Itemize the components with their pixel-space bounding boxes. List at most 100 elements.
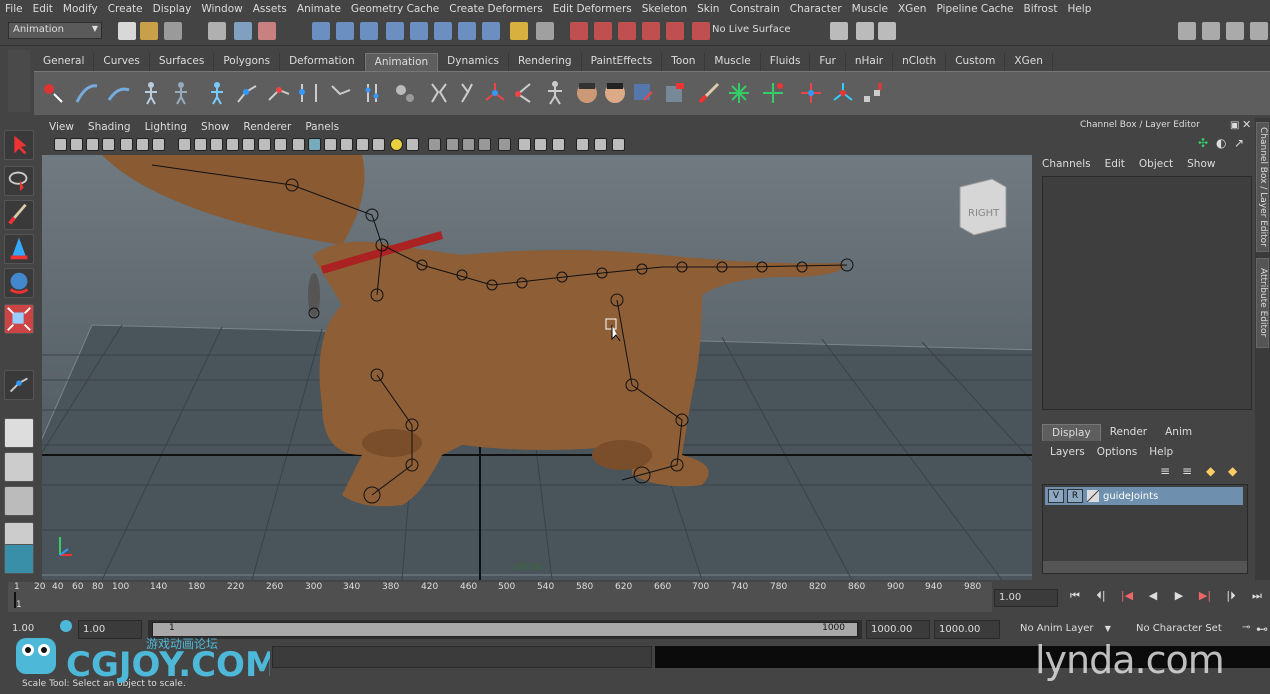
paint-select-tool-icon[interactable] [4, 200, 34, 230]
paint-skin-weights-icon[interactable] [662, 80, 688, 106]
snap-surface-icon[interactable] [642, 22, 660, 40]
mirror-joint-icon[interactable] [296, 80, 322, 106]
menu-character[interactable]: Character [785, 3, 847, 15]
go-to-start-icon[interactable]: ⏮ [1062, 589, 1088, 609]
menu-modify[interactable]: Modify [58, 3, 103, 15]
shelf-tab-animation[interactable]: Animation [364, 53, 439, 71]
panel-menu-shading[interactable]: Shading [81, 121, 138, 133]
viewport-perspective[interactable]: RIGHT persp [42, 155, 1032, 580]
resolution-gate-icon[interactable] [210, 138, 223, 151]
shelf-tab-deformation[interactable]: Deformation [280, 53, 365, 71]
xray-icon[interactable] [340, 138, 353, 151]
multisample-aa-icon[interactable] [462, 138, 475, 151]
grid-toggle-icon[interactable] [178, 138, 191, 151]
playback-end-field[interactable]: 1000.00 [866, 620, 930, 639]
scale-constraint-icon[interactable] [860, 80, 886, 106]
menu-pipeline-cache[interactable]: Pipeline Cache [931, 3, 1018, 15]
layer-tab-anim[interactable]: Anim [1156, 424, 1201, 441]
create-layer-from-selected-icon[interactable]: ◆ [1228, 464, 1237, 478]
isolate-view-icon[interactable] [576, 138, 589, 151]
motion-blur-icon[interactable] [446, 138, 459, 151]
shelf-tab-custom[interactable]: Custom [946, 53, 1006, 71]
menu-assets[interactable]: Assets [248, 3, 292, 15]
menu-create-deformers[interactable]: Create Deformers [444, 3, 548, 15]
shelf-tab-general[interactable]: General [34, 53, 95, 71]
ipr-render-icon[interactable] [856, 22, 874, 40]
light-bulb-icon[interactable] [390, 138, 403, 151]
orient-joint-icon[interactable] [328, 80, 354, 106]
layer-row[interactable]: V R guideJoints [1045, 487, 1243, 505]
shelf-tab-fur[interactable]: Fur [810, 53, 846, 71]
construction-history-icon[interactable] [458, 22, 476, 40]
shelf-tab-ncloth[interactable]: nCloth [893, 53, 947, 71]
menu-bifrost[interactable]: Bifrost [1019, 3, 1063, 15]
xray-joints-icon[interactable] [518, 138, 531, 151]
depth-of-field-icon[interactable] [478, 138, 491, 151]
shelf-tab-painteffects[interactable]: PaintEffects [582, 53, 663, 71]
layer-list-scrollbar[interactable] [1043, 561, 1247, 573]
snap-grid-icon[interactable] [312, 22, 330, 40]
use-all-lights-icon[interactable] [372, 138, 385, 151]
current-frame-field[interactable]: 1.00 [994, 589, 1058, 607]
panel-menu-show[interactable]: Show [194, 121, 236, 133]
menu-geometry-cache[interactable]: Geometry Cache [346, 3, 444, 15]
menu-help[interactable]: Help [1062, 3, 1096, 15]
camera-attributes-icon[interactable] [70, 138, 83, 151]
select-camera-icon[interactable] [54, 138, 67, 151]
channel-box-toggle-icon[interactable] [1250, 22, 1268, 40]
menu-edit[interactable]: Edit [28, 3, 58, 15]
channel-box-menu-show[interactable]: Show [1187, 158, 1215, 170]
modeling-toolkit-icon[interactable] [1178, 22, 1196, 40]
live-surface-magnet-icon[interactable] [692, 22, 710, 40]
panel-menu-panels[interactable]: Panels [298, 121, 346, 133]
layer-display-type-toggle[interactable]: R [1067, 489, 1083, 503]
view-cube-icon[interactable] [959, 178, 1007, 236]
panel-menu-lighting[interactable]: Lighting [138, 121, 194, 133]
shelf-options-strip[interactable] [8, 50, 30, 112]
panel-menu-view[interactable]: View [42, 121, 81, 133]
character-face-icon[interactable] [574, 80, 600, 106]
film-gate-icon[interactable] [194, 138, 207, 151]
two-d-pan-icon[interactable] [120, 138, 133, 151]
lattice-icon[interactable] [798, 80, 824, 106]
menu-constrain[interactable]: Constrain [724, 3, 784, 15]
channel-box-area[interactable] [1042, 176, 1252, 410]
side-tab-attribute-editor[interactable]: Attribute Editor [1256, 258, 1269, 348]
lock-icon[interactable] [510, 22, 528, 40]
blend-shape-face-icon[interactable] [602, 80, 628, 106]
channel-box-menu-object[interactable]: Object [1139, 158, 1173, 170]
snap-view-plane-icon[interactable] [386, 22, 404, 40]
menu-file[interactable]: File [0, 3, 28, 15]
rotate-tool-icon[interactable] [4, 268, 34, 298]
character-figure-icon[interactable] [138, 80, 164, 106]
image-plane-icon[interactable] [102, 138, 115, 151]
layer-menu-help[interactable]: Help [1149, 446, 1173, 458]
menu-skeleton[interactable]: Skeleton [637, 3, 692, 15]
skeleton-figure-icon[interactable] [542, 80, 568, 106]
layer-menu-options[interactable]: Options [1097, 446, 1138, 458]
auto-key-icon[interactable]: ⊷ [1256, 622, 1268, 636]
menu-muscle[interactable]: Muscle [847, 3, 893, 15]
remove-joint-icon[interactable] [360, 80, 386, 106]
shadows-icon[interactable] [406, 138, 419, 151]
anim-layer-dropdown[interactable]: No Anim Layer ▼ [1016, 620, 1128, 639]
channel-box-sphere-icon[interactable]: ◐ [1216, 136, 1226, 150]
create-empty-layer-icon[interactable]: ◆ [1206, 464, 1215, 478]
snap-curve-icon[interactable] [336, 22, 354, 40]
menu-display[interactable]: Display [148, 3, 197, 15]
parent-constraint-icon[interactable] [830, 80, 856, 106]
aim-constraint-icon[interactable] [510, 80, 536, 106]
gate-mask-icon[interactable] [226, 138, 239, 151]
channel-box-menu-edit[interactable]: Edit [1105, 158, 1125, 170]
move-layer-up-icon[interactable]: ≡ [1160, 464, 1170, 478]
reroot-skeleton-icon[interactable] [426, 80, 452, 106]
xray-active-components-icon[interactable] [534, 138, 547, 151]
close-icon[interactable]: ✕ [1242, 118, 1251, 131]
shelf-tab-dynamics[interactable]: Dynamics [438, 53, 509, 71]
float-panel-icon[interactable]: ▣ [1230, 120, 1239, 131]
shelf-tab-muscle[interactable]: Muscle [705, 53, 761, 71]
save-scene-icon[interactable] [164, 22, 182, 40]
channel-box-axis-icon[interactable]: ✣ [1198, 136, 1208, 150]
layer-tab-display[interactable]: Display [1042, 424, 1101, 441]
key-icon[interactable]: ⊸ [1242, 622, 1250, 633]
